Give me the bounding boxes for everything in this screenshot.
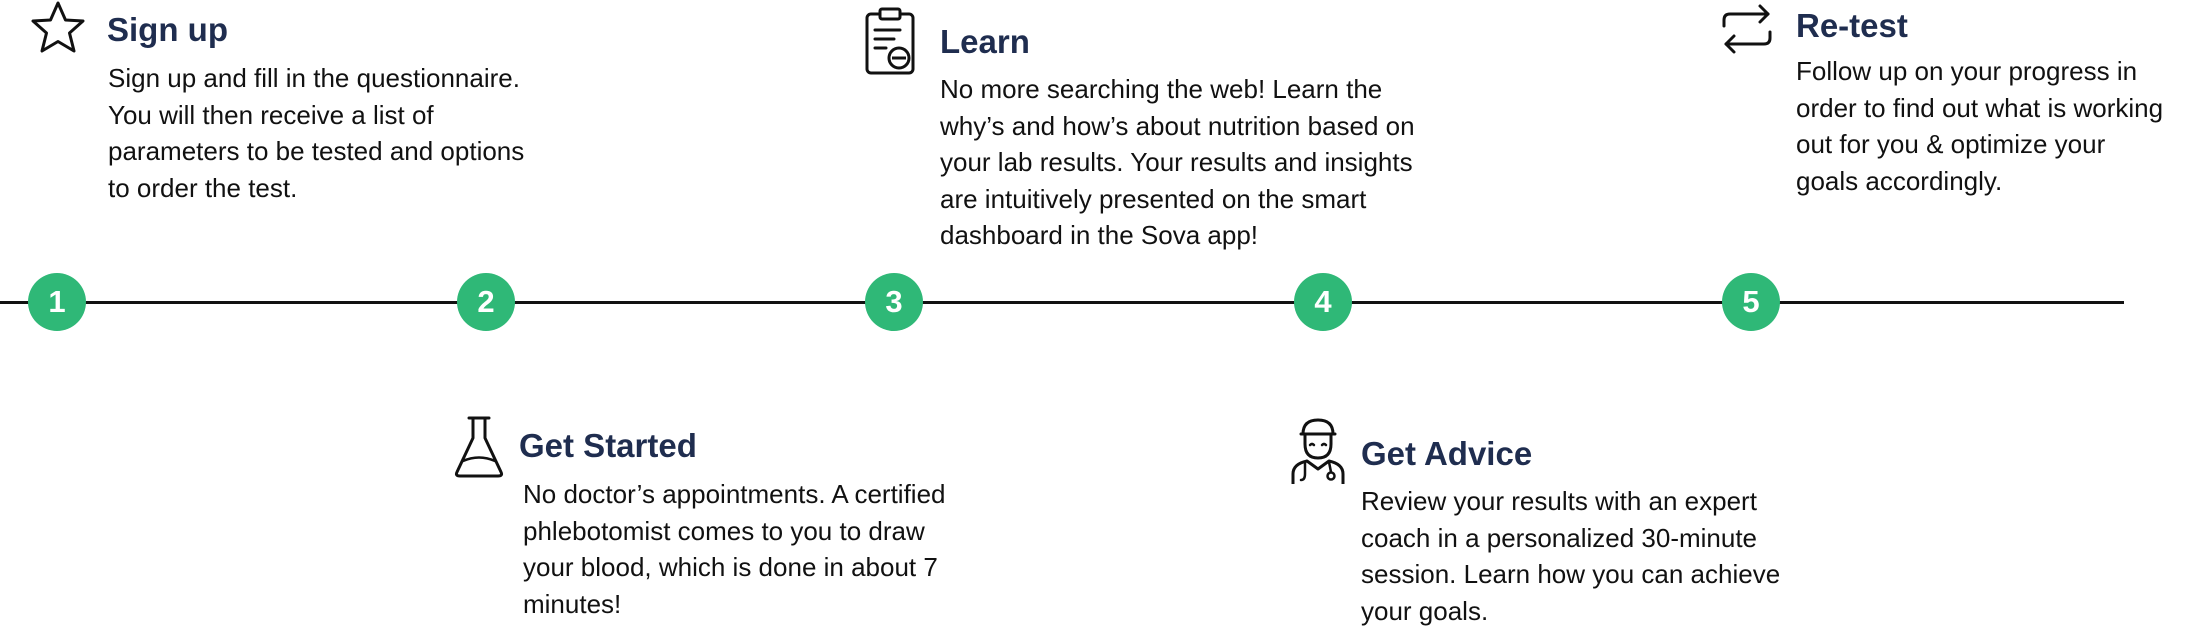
step-description: No doctor’s appointments. A certified ph… <box>523 479 946 619</box>
step-node-5: 5 <box>1722 273 1780 331</box>
doctor-icon <box>1289 414 1347 486</box>
step-description: No more searching the web! Learn the why… <box>940 74 1415 250</box>
step-description: Follow up on your progress in order to f… <box>1796 56 2164 196</box>
step-title: Get Advice <box>1361 435 1533 472</box>
step-node-1: 1 <box>28 273 86 331</box>
timeline-line <box>0 301 2124 304</box>
step-title: Get Started <box>519 427 697 464</box>
flask-icon <box>452 414 506 480</box>
step-title: Sign up <box>107 11 228 48</box>
step-node-2: 2 <box>457 273 515 331</box>
step-description: Sign up and fill in the questionnaire. Y… <box>108 63 525 203</box>
step-title: Re-test <box>1796 7 1908 44</box>
step-node-4: 4 <box>1294 273 1352 331</box>
step-title: Learn <box>940 23 1030 60</box>
step-description: Review your results with an expert coach… <box>1361 486 1781 626</box>
clipboard-report-icon <box>862 6 918 76</box>
star-icon <box>28 0 88 56</box>
repeat-arrows-icon <box>1718 2 1776 56</box>
step-node-3: 3 <box>865 273 923 331</box>
